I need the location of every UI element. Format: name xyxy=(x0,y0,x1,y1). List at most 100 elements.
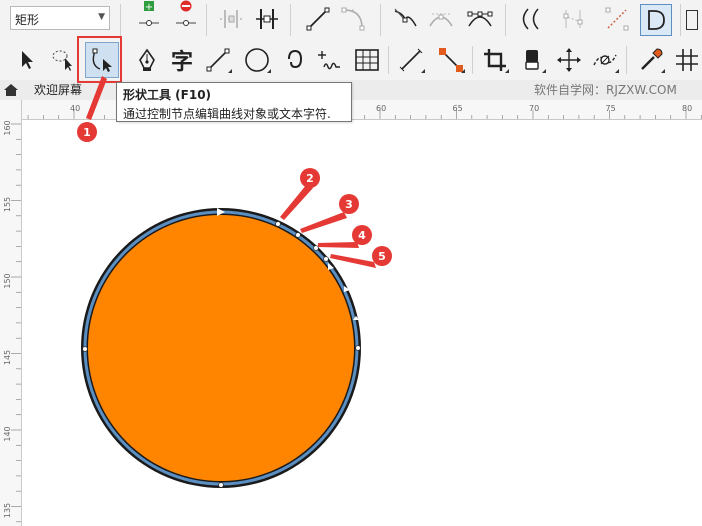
curve-node[interactable] xyxy=(313,245,319,251)
break-curve-button[interactable] xyxy=(254,6,280,32)
to-line-button[interactable] xyxy=(305,6,331,32)
cusp-node-button[interactable] xyxy=(392,6,418,32)
tooltip: 形状工具 (F10) 通过控制节点编辑曲线对象或文本字符. xyxy=(116,82,352,122)
curve-node[interactable] xyxy=(295,232,301,238)
eyedropper-tool-button[interactable] xyxy=(636,45,666,75)
eraser-tool-button[interactable] xyxy=(517,45,547,75)
preset-dropdown[interactable]: 矩形 ▼ xyxy=(10,6,110,30)
to-curve-button[interactable] xyxy=(340,6,366,32)
callout-badge-3: 3 xyxy=(339,194,359,214)
divider xyxy=(626,46,627,74)
move-arrows-icon xyxy=(557,48,581,72)
join-nodes-icon xyxy=(220,10,242,28)
ruler-label: 145 xyxy=(3,350,12,365)
callout-badge-2: 2 xyxy=(300,168,320,188)
callout-badge-4: 4 xyxy=(352,225,372,245)
crop-tool-button[interactable] xyxy=(480,45,510,75)
divider xyxy=(388,46,389,74)
line-tool-button[interactable] xyxy=(203,45,233,75)
ruler-label: 150 xyxy=(3,273,12,288)
symmetrical-node-icon xyxy=(467,11,493,27)
close-curve-button[interactable] xyxy=(640,4,672,36)
divider xyxy=(290,4,291,36)
vertical-ruler[interactable]: 160 155 150 145 140 135 xyxy=(0,100,22,526)
ruler-label: 70 xyxy=(529,104,539,113)
dimension-tool-button[interactable] xyxy=(396,45,426,75)
ellipse-tool-button[interactable] xyxy=(242,45,272,75)
tooltip-title: 形状工具 (F10) xyxy=(123,88,212,102)
more-options-icon[interactable] xyxy=(686,10,698,30)
curve-node[interactable] xyxy=(218,482,224,488)
blend-tool-button[interactable] xyxy=(590,45,620,75)
callout-badge-5: 5 xyxy=(372,246,392,266)
divider xyxy=(680,4,681,36)
drawing-canvas[interactable] xyxy=(22,120,702,526)
divider xyxy=(206,4,207,36)
ruler-label: 135 xyxy=(3,503,12,518)
freehand-icon xyxy=(318,51,340,70)
text-tool-icon: 字 xyxy=(170,50,193,75)
curve-node[interactable] xyxy=(323,256,329,262)
delete-node-button[interactable] xyxy=(173,0,199,28)
pick-tool-button[interactable] xyxy=(12,45,42,75)
extract-subpath-icon xyxy=(605,7,629,31)
pointer-icon xyxy=(22,51,33,69)
ruler-label: 155 xyxy=(3,197,12,212)
table-tool-button[interactable] xyxy=(352,45,382,75)
freehand-tool-button[interactable] xyxy=(314,45,344,75)
extend-curve-button[interactable] xyxy=(560,6,586,32)
pen-tool-button[interactable] xyxy=(132,45,162,75)
to-line-icon xyxy=(306,7,330,31)
divider xyxy=(120,4,121,36)
curve-node[interactable] xyxy=(82,346,88,352)
add-node-button[interactable]: + xyxy=(136,1,162,28)
extract-subpath-button[interactable] xyxy=(604,6,630,32)
divider xyxy=(472,46,473,74)
ruler-label: 140 xyxy=(3,426,12,441)
join-nodes-button[interactable] xyxy=(218,6,244,32)
freehand-pick-tool-button[interactable] xyxy=(48,45,78,75)
reverse-direction-button[interactable] xyxy=(516,6,542,32)
text-tool-button[interactable]: 字 xyxy=(167,45,197,75)
transform-tool-button[interactable] xyxy=(554,45,584,75)
mesh-grid-icon xyxy=(676,49,698,71)
callout-badge-1: 1 xyxy=(77,122,97,142)
grid-tool-button[interactable] xyxy=(672,45,702,75)
close-curve-icon xyxy=(648,10,665,30)
extend-curve-icon xyxy=(563,10,583,28)
spiral-icon xyxy=(288,49,303,69)
pen-nib-icon xyxy=(139,48,155,71)
callout-1-pointer xyxy=(86,76,107,120)
to-curve-icon xyxy=(341,7,365,31)
watermark-text: 软件自学网：RJZXW.COM xyxy=(534,83,677,97)
ruler-label: 80 xyxy=(682,104,692,113)
ruler-label: 160 xyxy=(3,120,12,135)
break-curve-icon xyxy=(256,9,278,29)
add-node-icon: + xyxy=(139,1,159,26)
connector-tool-button[interactable] xyxy=(436,45,466,75)
table-icon xyxy=(355,49,379,71)
home-icon[interactable] xyxy=(3,82,19,98)
ruler-label: 65 xyxy=(453,104,463,113)
smooth-node-icon xyxy=(429,13,453,27)
svg-text:+: + xyxy=(145,2,153,13)
tab-label: 欢迎屏幕 xyxy=(34,83,83,97)
preset-value: 矩形 xyxy=(15,13,40,27)
divider xyxy=(380,4,381,36)
ruler-label: 60 xyxy=(376,104,386,113)
spiral-tool-button[interactable] xyxy=(279,45,309,75)
lasso-pick-icon xyxy=(52,50,72,71)
divider xyxy=(505,4,506,36)
curve-node[interactable] xyxy=(275,221,281,227)
smooth-node-button[interactable] xyxy=(428,6,454,32)
reverse-direction-icon xyxy=(522,8,539,30)
delete-node-icon xyxy=(176,0,196,26)
tooltip-description: 通过控制节点编辑曲线对象或文本字符. xyxy=(123,107,331,121)
symmetrical-node-button[interactable] xyxy=(467,6,493,32)
ruler-label: 40 xyxy=(70,104,80,113)
ruler-ticks: 160 155 150 145 140 135 xyxy=(3,120,21,523)
chevron-down-icon: ▼ xyxy=(98,12,105,22)
curve-node[interactable] xyxy=(355,345,361,351)
cusp-node-icon xyxy=(394,8,417,27)
circle-fill[interactable] xyxy=(88,215,354,481)
